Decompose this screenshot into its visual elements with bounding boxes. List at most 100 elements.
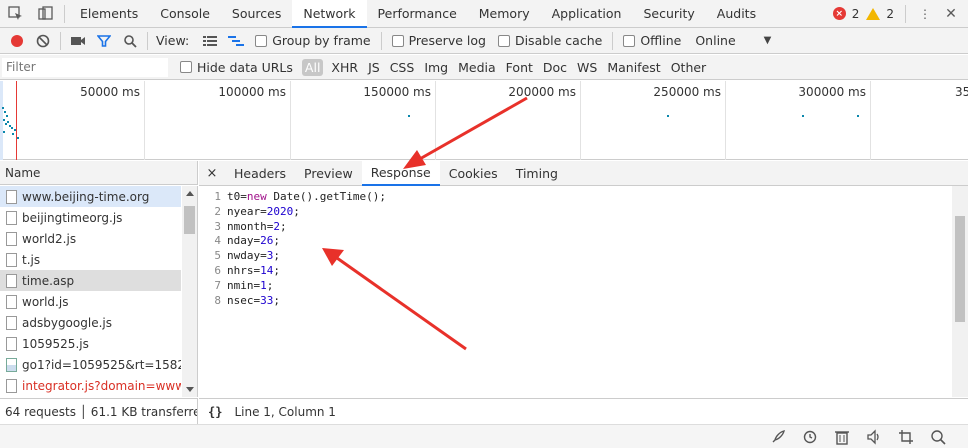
request-name: world2.js bbox=[22, 231, 77, 246]
detail-tab-response[interactable]: Response bbox=[361, 160, 440, 186]
tab-audits[interactable]: Audits bbox=[706, 0, 767, 28]
filter-type-font[interactable]: Font bbox=[501, 60, 538, 75]
search-button[interactable] bbox=[117, 28, 143, 54]
tab-security[interactable]: Security bbox=[632, 0, 705, 28]
close-devtools-icon[interactable]: ✕ bbox=[940, 0, 962, 28]
request-row[interactable]: time.asp bbox=[0, 270, 181, 291]
code-text: nmin=1; bbox=[227, 279, 273, 294]
tab-console[interactable]: Console bbox=[149, 0, 221, 28]
volume-icon[interactable] bbox=[866, 428, 882, 445]
request-name: world.js bbox=[22, 294, 69, 309]
resource-type-filters: All XHR JS CSS Img Media Font Doc WS Manifest Othe… bbox=[299, 58, 712, 76]
filter-toggle-button[interactable] bbox=[91, 28, 117, 54]
detail-tab-preview[interactable]: Preview bbox=[295, 161, 362, 186]
offline-checkbox[interactable]: Offline bbox=[617, 33, 687, 48]
tab-network[interactable]: Network bbox=[292, 0, 367, 28]
device-toolbar-icon[interactable] bbox=[30, 0, 60, 28]
hide-data-urls-checkbox[interactable]: Hide data URLs bbox=[174, 60, 299, 75]
preserve-log-checkbox[interactable]: Preserve log bbox=[386, 33, 492, 48]
code-token: ; bbox=[273, 234, 280, 248]
filter-input[interactable] bbox=[2, 57, 168, 77]
code-text: nyear=2020; bbox=[227, 205, 300, 220]
request-row[interactable]: world.js bbox=[0, 291, 181, 312]
chevron-down-icon: ▼ bbox=[763, 35, 772, 46]
filter-type-ws[interactable]: WS bbox=[572, 60, 602, 75]
timeline-overview[interactable]: 50000 ms 100000 ms 150000 ms 200000 ms 25000… bbox=[0, 81, 968, 193]
request-list-scrollbar[interactable] bbox=[182, 186, 197, 397]
scroll-up-icon[interactable] bbox=[186, 191, 194, 196]
crop-icon[interactable] bbox=[898, 429, 914, 445]
filter-type-img[interactable]: Img bbox=[419, 60, 453, 75]
request-row[interactable]: go1?id=1059525&rt=1582696 bbox=[0, 354, 181, 375]
scrollbar-thumb[interactable] bbox=[955, 216, 965, 322]
close-detail-icon[interactable]: × bbox=[199, 166, 225, 181]
code-line: 4 nday=26; bbox=[199, 234, 951, 249]
warning-icon bbox=[866, 7, 881, 20]
request-row[interactable]: 1059525.js bbox=[0, 333, 181, 354]
checkbox-box bbox=[497, 34, 510, 47]
code-token: 2 bbox=[273, 219, 280, 233]
response-body[interactable]: 1 t0=new Date().getTime(); 2 nyear=2020; 3 nm… bbox=[199, 190, 951, 397]
view-label: View: bbox=[156, 33, 190, 48]
request-row[interactable]: integrator.js?domain=www.be bbox=[0, 375, 181, 396]
zoom-icon[interactable] bbox=[930, 429, 946, 445]
request-row[interactable]: t.js bbox=[0, 249, 181, 270]
preserve-log-label: Preserve log bbox=[408, 33, 486, 48]
filter-type-media[interactable]: Media bbox=[453, 60, 501, 75]
more-menu-icon[interactable]: ⋮ bbox=[914, 0, 936, 28]
request-row[interactable]: www.beijing-time.org bbox=[0, 186, 181, 207]
throttling-select[interactable]: Online ▼ bbox=[687, 33, 779, 48]
warning-count: 2 bbox=[886, 6, 894, 21]
request-row[interactable]: adsbygoogle.js bbox=[0, 312, 181, 333]
large-rows-toggle[interactable] bbox=[197, 28, 223, 54]
tab-performance[interactable]: Performance bbox=[367, 0, 468, 28]
checkbox-box bbox=[180, 61, 192, 73]
trash-icon[interactable] bbox=[834, 429, 850, 445]
error-icon: × bbox=[832, 7, 846, 20]
group-by-frame-checkbox[interactable]: Group by frame bbox=[249, 33, 376, 48]
code-line: 7 nmin=1; bbox=[199, 279, 951, 294]
disable-cache-checkbox[interactable]: Disable cache bbox=[492, 33, 608, 48]
filter-type-other[interactable]: Other bbox=[666, 60, 712, 75]
issue-counters[interactable]: × 2 2 ⋮ ✕ bbox=[832, 0, 968, 28]
detail-tab-cookies[interactable]: Cookies bbox=[440, 161, 507, 186]
divider bbox=[380, 31, 382, 50]
code-token: nsec= bbox=[227, 293, 261, 307]
pretty-print-button[interactable]: {} bbox=[208, 405, 222, 419]
timeline-gridline bbox=[870, 81, 871, 160]
filter-type-xhr[interactable]: XHR bbox=[326, 60, 363, 75]
filter-type-manifest[interactable]: Manifest bbox=[602, 60, 665, 75]
request-row[interactable]: beijingtimeorg.js bbox=[0, 207, 181, 228]
filter-type-js[interactable]: JS bbox=[363, 60, 385, 75]
line-number: 3 bbox=[214, 219, 221, 233]
refresh-icon[interactable] bbox=[802, 429, 818, 445]
disable-cache-label: Disable cache bbox=[514, 33, 603, 48]
line-number: 8 bbox=[214, 293, 221, 307]
capture-screenshots-button[interactable] bbox=[65, 28, 91, 54]
line-number: 7 bbox=[214, 278, 221, 292]
tab-elements[interactable]: Elements bbox=[69, 0, 149, 28]
overview-toggle[interactable] bbox=[223, 28, 249, 54]
scrollbar-thumb[interactable] bbox=[184, 206, 195, 234]
detail-tab-headers[interactable]: Headers bbox=[225, 161, 295, 186]
scroll-down-icon[interactable] bbox=[186, 387, 194, 392]
filter-type-css[interactable]: CSS bbox=[385, 60, 420, 75]
record-button[interactable] bbox=[4, 28, 30, 54]
code-token: 2020 bbox=[266, 204, 294, 218]
offline-label: Offline bbox=[640, 33, 682, 48]
filter-type-doc[interactable]: Doc bbox=[538, 60, 572, 75]
panel-tabs: Elements Console Sources Network Performance… bbox=[69, 0, 767, 28]
detail-tab-timing[interactable]: Timing bbox=[507, 161, 567, 186]
response-scrollbar[interactable] bbox=[952, 186, 968, 397]
code-token: nday= bbox=[227, 234, 261, 248]
tab-memory[interactable]: Memory bbox=[468, 0, 541, 28]
record-icon bbox=[11, 34, 23, 47]
clear-button[interactable] bbox=[30, 28, 56, 54]
filter-type-all[interactable]: All bbox=[301, 58, 324, 76]
tab-sources[interactable]: Sources bbox=[221, 0, 292, 28]
inspect-element-icon[interactable] bbox=[0, 0, 30, 28]
rocket-icon[interactable] bbox=[770, 429, 786, 445]
tab-application[interactable]: Application bbox=[541, 0, 633, 28]
name-column-header[interactable]: Name bbox=[0, 161, 198, 185]
request-row[interactable]: world2.js bbox=[0, 228, 181, 249]
